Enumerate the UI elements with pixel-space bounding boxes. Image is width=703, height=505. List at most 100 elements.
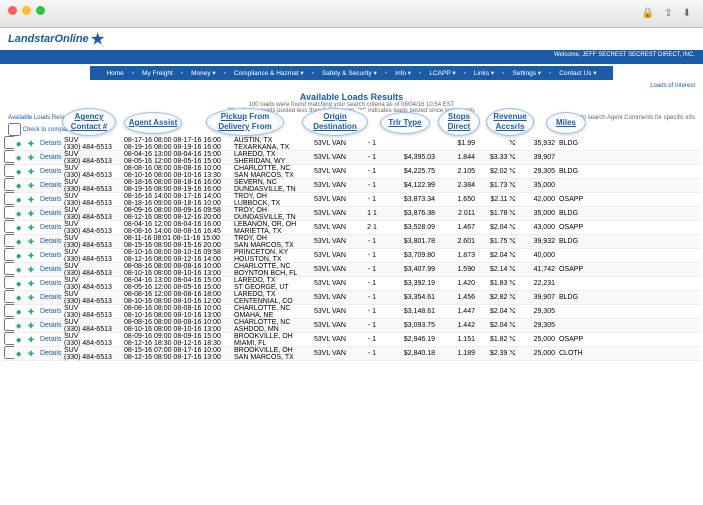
- details-link[interactable]: Details: [38, 280, 62, 287]
- loads-of-interest-link[interactable]: Loads of Interest: [650, 83, 695, 89]
- table-row: ◆✚DetailsSUV(330) 484-651308-08-16 08:00…: [2, 319, 701, 333]
- compare-check[interactable]: [8, 123, 21, 136]
- details-link[interactable]: Details: [38, 238, 62, 245]
- map-icon[interactable]: ◆: [14, 154, 26, 162]
- expand-icon[interactable]: ✚: [26, 182, 38, 190]
- details-link[interactable]: Details: [38, 322, 62, 329]
- details-link[interactable]: Details: [38, 210, 62, 217]
- row-check[interactable]: [4, 304, 14, 317]
- weight-cell: 40,000: [517, 252, 557, 259]
- details-link[interactable]: Details: [38, 336, 62, 343]
- expand-icon[interactable]: ✚: [26, 252, 38, 260]
- expand-icon[interactable]: ✚: [26, 350, 38, 358]
- trailer-cell: 53VL VAN: [312, 140, 357, 147]
- agent-cell: SUV(330) 484-6513: [62, 277, 122, 291]
- nav-item[interactable]: Settings ▾: [508, 70, 545, 77]
- trailer-cell: 53VL VAN: [312, 336, 357, 343]
- miles-cell: $1.78 ⤭: [477, 210, 517, 218]
- row-check[interactable]: [4, 192, 14, 205]
- map-icon[interactable]: ◆: [14, 308, 26, 316]
- nav-item[interactable]: Contact Us ▾: [555, 70, 600, 77]
- row-check[interactable]: [4, 136, 14, 149]
- expand-icon[interactable]: ✚: [26, 210, 38, 218]
- nav-item[interactable]: Links ▾: [470, 70, 498, 77]
- map-icon[interactable]: ◆: [14, 336, 26, 344]
- row-check[interactable]: [4, 290, 14, 303]
- nav-item[interactable]: Home: [102, 70, 127, 77]
- details-link[interactable]: Details: [38, 350, 62, 357]
- row-check[interactable]: [4, 178, 14, 191]
- row-check[interactable]: [4, 150, 14, 163]
- nav-item[interactable]: Info ▾: [391, 70, 415, 77]
- row-check[interactable]: [4, 318, 14, 331]
- map-icon[interactable]: ◆: [14, 252, 26, 260]
- min-window[interactable]: [22, 6, 31, 15]
- map-icon[interactable]: ◆: [14, 196, 26, 204]
- map-icon[interactable]: ◆: [14, 238, 26, 246]
- expand-icon[interactable]: ✚: [26, 196, 38, 204]
- row-check[interactable]: [4, 346, 14, 359]
- details-link[interactable]: Details: [38, 308, 62, 315]
- map-icon[interactable]: ◆: [14, 322, 26, 330]
- details-link[interactable]: Details: [38, 196, 62, 203]
- stops-cell: - 1: [357, 336, 387, 343]
- details-link[interactable]: Details: [38, 182, 62, 189]
- expand-icon[interactable]: ✚: [26, 224, 38, 232]
- share-icon[interactable]: ⇪: [664, 8, 672, 19]
- expand-icon[interactable]: ✚: [26, 308, 38, 316]
- expand-icon[interactable]: ✚: [26, 154, 38, 162]
- agent-cell: SUV(330) 484-6513: [62, 207, 122, 221]
- expand-icon[interactable]: ✚: [26, 168, 38, 176]
- details-link[interactable]: Details: [38, 168, 62, 175]
- expand-icon[interactable]: ✚: [26, 140, 38, 148]
- expand-icon[interactable]: ✚: [26, 266, 38, 274]
- dates-cell: 08-04-16 12:00 08-04-16 16:0008-08-16 14…: [122, 221, 232, 235]
- map-icon[interactable]: ◆: [14, 210, 26, 218]
- row-check[interactable]: [4, 206, 14, 219]
- nav-item[interactable]: Money ▾: [187, 70, 220, 77]
- nav-item[interactable]: LCAPP ▾: [425, 70, 459, 77]
- nav-item[interactable]: My Freight: [138, 70, 177, 77]
- expand-icon[interactable]: ✚: [26, 294, 38, 302]
- table-row: ◆✚DetailsSUV(330) 484-651308-04-16 13:00…: [2, 151, 701, 165]
- miles-cell: $2.04 ⤭: [477, 224, 517, 232]
- details-link[interactable]: Details: [38, 140, 62, 147]
- expand-icon[interactable]: ✚: [26, 322, 38, 330]
- details-link[interactable]: Details: [38, 252, 62, 259]
- row-check[interactable]: [4, 262, 14, 275]
- row-check[interactable]: [4, 276, 14, 289]
- map-icon[interactable]: ◆: [14, 266, 26, 274]
- map-icon[interactable]: ◆: [14, 294, 26, 302]
- row-check[interactable]: [4, 332, 14, 345]
- expand-icon[interactable]: ✚: [26, 280, 38, 288]
- dates-cell: 08-09-16 08:00 08-09-16 09:5808-12-16 08…: [122, 207, 232, 221]
- max-window[interactable]: [36, 6, 45, 15]
- close-window[interactable]: [8, 6, 17, 15]
- map-icon[interactable]: ◆: [14, 224, 26, 232]
- map-icon[interactable]: ◆: [14, 182, 26, 190]
- nav-item[interactable]: Safety & Security ▾: [318, 70, 381, 77]
- commodity-cell: OSAPP: [557, 266, 587, 273]
- details-link[interactable]: Details: [38, 224, 62, 231]
- expand-icon[interactable]: ✚: [26, 238, 38, 246]
- row-check[interactable]: [4, 248, 14, 261]
- map-icon[interactable]: ◆: [14, 168, 26, 176]
- row-check[interactable]: [4, 220, 14, 233]
- map-icon[interactable]: ◆: [14, 140, 26, 148]
- main-nav: Home•My Freight•Money ▾•Compliance & Haz…: [90, 66, 613, 80]
- details-link[interactable]: Details: [38, 266, 62, 273]
- row-check[interactable]: [4, 234, 14, 247]
- map-icon[interactable]: ◆: [14, 280, 26, 288]
- details-link[interactable]: Details: [38, 294, 62, 301]
- commodity-cell: OSAPP: [557, 224, 587, 231]
- trailer-cell: 53VL VAN: [312, 350, 357, 357]
- callout-miles: Miles: [546, 112, 586, 134]
- nav-item[interactable]: Compliance & Hazmat ▾: [230, 70, 308, 77]
- download-icon[interactable]: ⬇: [683, 8, 691, 19]
- details-link[interactable]: Details: [38, 154, 62, 161]
- origin-dest-cell: TROY, OHSAN MARCOS, TX: [232, 235, 312, 249]
- callout-origin-dest: Origin Destination: [302, 108, 368, 136]
- row-check[interactable]: [4, 164, 14, 177]
- expand-icon[interactable]: ✚: [26, 336, 38, 344]
- map-icon[interactable]: ◆: [14, 350, 26, 358]
